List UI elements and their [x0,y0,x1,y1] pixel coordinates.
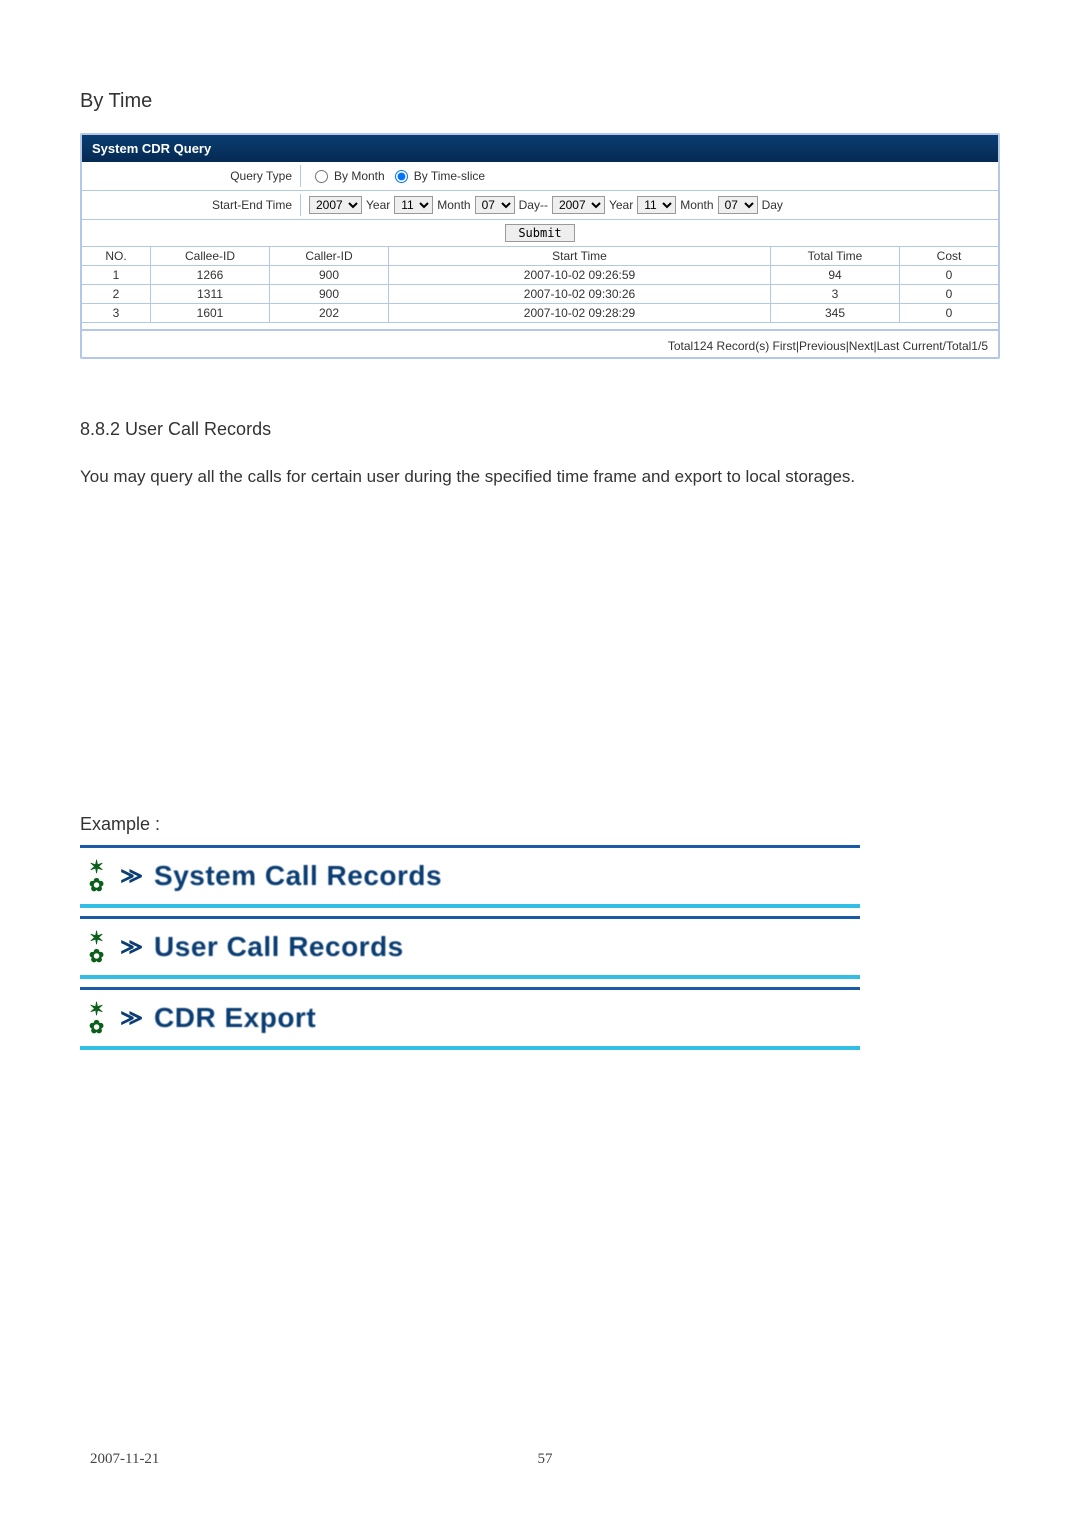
table-cell: 2007-10-02 09:30:26 [389,285,771,304]
day-label-2: Day [762,198,783,212]
table-cell: 1 [82,266,151,285]
start-day-select[interactable]: 07 [475,196,515,214]
panel-title: System CDR Query [82,135,998,162]
arrow-icon: ≫ [120,863,144,889]
start-end-label: Start-End Time [82,194,301,216]
col-header: Total Time [771,247,900,266]
table-cell: 0 [900,304,999,323]
nav-item-label: System Call Records [154,860,442,892]
by-time-slice-label: By Time-slice [414,169,485,183]
col-header: Cost [900,247,999,266]
table-cell: 900 [270,266,389,285]
table-cell: 1266 [151,266,270,285]
table-cell: 2007-10-02 09:26:59 [389,266,771,285]
query-type-row: Query Type By Month By Time-slice [82,162,998,191]
month-label-2: Month [680,198,713,212]
start-year-select[interactable]: 2007 [309,196,362,214]
table-cell: 94 [771,266,900,285]
subsection-heading: 8.8.2 User Call Records [80,419,1000,440]
table-cell: 2 [82,285,151,304]
start-end-row: Start-End Time 2007 Year 11 Month 07 Day… [82,191,998,220]
arrow-icon: ≫ [120,934,144,960]
end-month-select[interactable]: 11 [637,196,676,214]
table-cell: 2007-10-02 09:28:29 [389,304,771,323]
cdr-query-panel: System CDR Query Query Type By Month By … [80,133,1000,359]
page-footer: 2007-11-21 57 [90,1451,1000,1468]
day-sep: Day-- [519,198,548,212]
table-row: 112669002007-10-02 09:26:59940 [82,266,998,285]
subsection-body: You may query all the calls for certain … [80,460,1000,494]
nav-decoration-icon: ✶✿ [80,1000,114,1036]
end-year-select[interactable]: 2007 [552,196,605,214]
col-header: NO. [82,247,151,266]
table-row: 316012022007-10-02 09:28:293450 [82,304,998,323]
footer-page: 57 [538,1451,553,1468]
table-cell: 3 [82,304,151,323]
nav-decoration-icon: ✶✿ [80,929,114,965]
col-header: Caller-ID [270,247,389,266]
col-header: Start Time [389,247,771,266]
submit-button[interactable]: Submit [505,224,574,242]
nav-item[interactable]: ✶✿≫ CDR Export [80,987,860,1050]
start-month-select[interactable]: 11 [394,196,433,214]
table-cell: 3 [771,285,900,304]
arrow-icon: ≫ [120,1005,144,1031]
query-type-label: Query Type [82,165,301,187]
table-cell: 0 [900,266,999,285]
pager-text: Total124 Record(s) First|Previous|Next|L… [82,329,998,357]
col-header: Callee-ID [151,247,270,266]
table-cell: 202 [270,304,389,323]
by-month-radio[interactable] [315,170,328,183]
table-cell: 0 [900,285,999,304]
nav-item[interactable]: ✶✿≫ System Call Records [80,845,860,908]
by-time-slice-radio[interactable] [395,170,408,183]
example-label: Example : [80,814,1000,835]
nav-decoration-icon: ✶✿ [80,858,114,894]
year-label-2: Year [609,198,633,212]
table-cell: 1311 [151,285,270,304]
table-cell: 345 [771,304,900,323]
nav-item-label: User Call Records [154,931,404,963]
footer-date: 2007-11-21 [90,1451,159,1468]
table-cell: 1601 [151,304,270,323]
end-day-select[interactable]: 07 [718,196,758,214]
table-row: 213119002007-10-02 09:30:2630 [82,285,998,304]
nav-item-label: CDR Export [154,1002,316,1034]
nav-item[interactable]: ✶✿≫ User Call Records [80,916,860,979]
year-label-1: Year [366,198,390,212]
section-heading: By Time [80,90,1000,113]
results-table: NO.Callee-IDCaller-IDStart TimeTotal Tim… [82,247,998,323]
month-label-1: Month [437,198,470,212]
table-cell: 900 [270,285,389,304]
by-month-label: By Month [334,169,385,183]
